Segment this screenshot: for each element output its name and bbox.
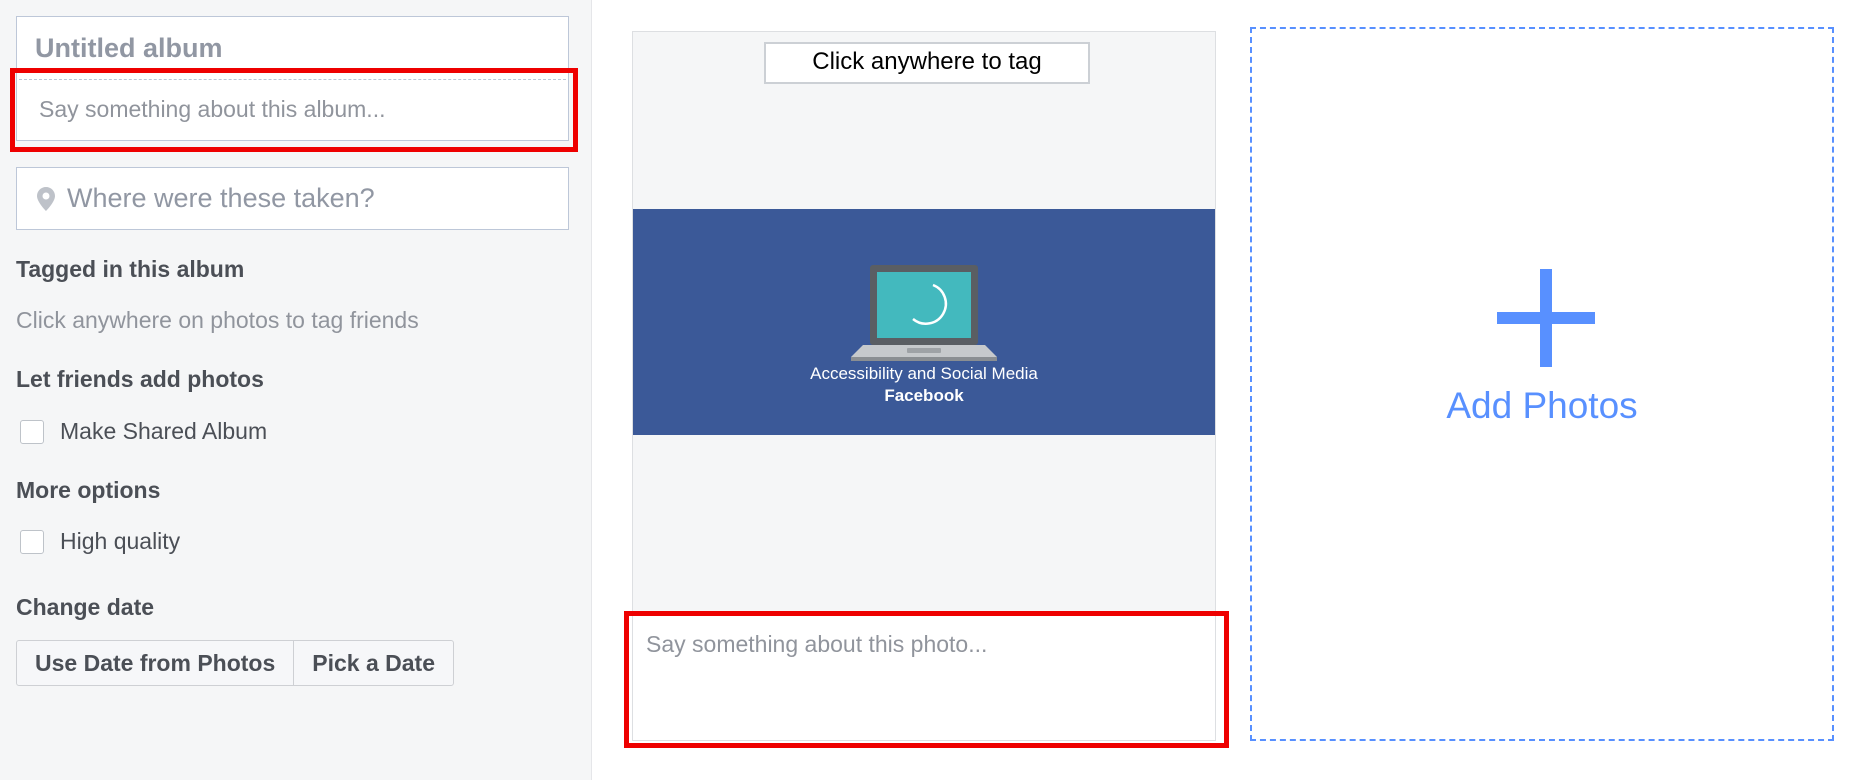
shared-album-checkbox[interactable] xyxy=(20,420,44,444)
photo-caption-line2: Facebook xyxy=(884,386,964,405)
tagged-hint: Click anywhere on photos to tag friends xyxy=(16,307,419,333)
album-description-highlight xyxy=(10,68,578,152)
friends-heading: Let friends add photos xyxy=(16,366,264,392)
tag-hint-label: Click anywhere to tag xyxy=(764,42,1090,84)
change-date-heading: Change date xyxy=(16,594,155,620)
photo-caption-line1: Accessibility and Social Media xyxy=(810,364,1038,383)
add-photos-label[interactable]: Add Photos xyxy=(1252,385,1832,427)
high-quality-checkbox[interactable] xyxy=(20,530,44,554)
high-quality-label[interactable]: High quality xyxy=(60,528,180,555)
add-photos-dropzone[interactable]: Add Photos xyxy=(1250,27,1834,741)
photo-description-highlight xyxy=(624,611,1229,748)
laptop-icon xyxy=(851,265,997,361)
pick-a-date-button[interactable]: Pick a Date xyxy=(293,641,453,685)
photo-image[interactable]: Accessibility and Social Media Facebook xyxy=(633,209,1215,435)
location-pin-icon xyxy=(37,187,55,211)
album-title-input[interactable]: Untitled album xyxy=(35,33,223,64)
tagged-heading: Tagged in this album xyxy=(16,256,245,282)
plus-icon xyxy=(1497,269,1595,367)
location-placeholder: Where were these taken? xyxy=(67,183,375,213)
more-options-heading: More options xyxy=(16,477,161,503)
use-date-from-photos-button[interactable]: Use Date from Photos xyxy=(17,641,293,685)
date-button-group: Use Date from Photos Pick a Date xyxy=(16,640,455,686)
location-input[interactable]: Where were these taken? xyxy=(16,167,569,230)
shared-album-label[interactable]: Make Shared Album xyxy=(60,418,267,445)
